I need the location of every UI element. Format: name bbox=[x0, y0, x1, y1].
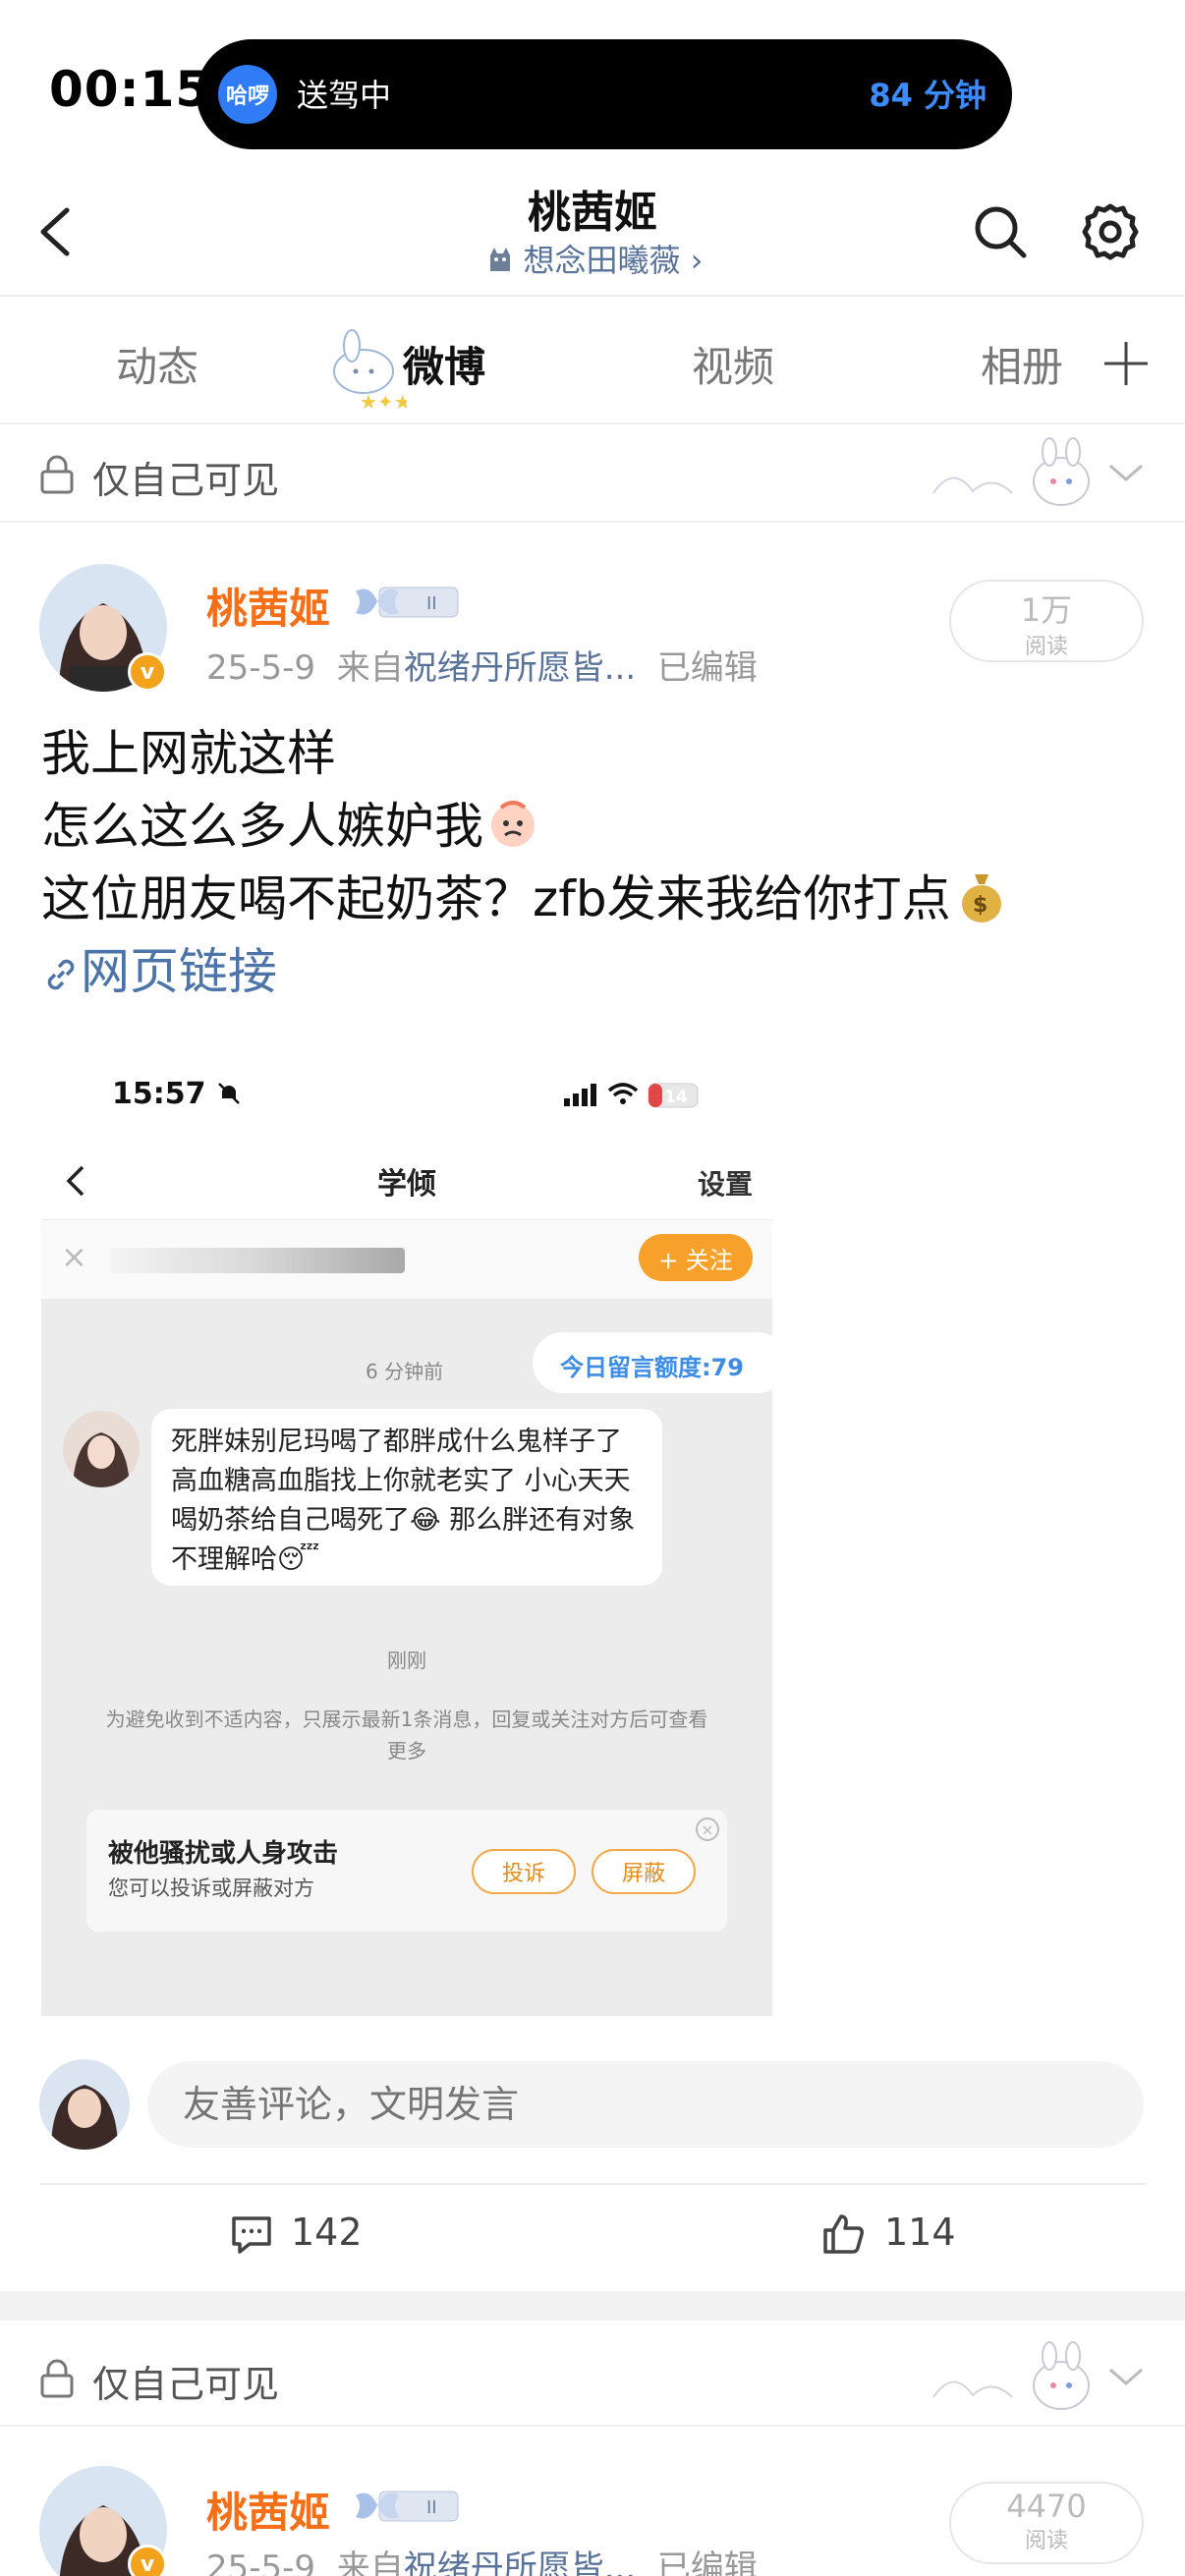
visibility-row[interactable]: 仅自己可见 bbox=[0, 2328, 1185, 2427]
image-sender-avatar bbox=[63, 1411, 140, 1487]
status-bar: 00:15 哈啰 送驾中 84 分钟 bbox=[0, 0, 1185, 167]
tab-dynamics[interactable]: 动态 bbox=[116, 334, 198, 394]
image-blurred-name bbox=[110, 1248, 405, 1273]
thumbs-up-icon bbox=[823, 2214, 864, 2254]
tab-album[interactable]: 相册 bbox=[981, 334, 1063, 394]
image-report-card: 被他骚扰或人身攻击 您可以投诉或屏蔽对方 投诉 屏蔽 × bbox=[86, 1810, 727, 1932]
image-card-title: 被他骚扰或人身攻击 bbox=[108, 1839, 339, 1869]
gear-icon[interactable] bbox=[1079, 200, 1142, 263]
edited-label: 已编辑 bbox=[656, 2548, 758, 2576]
post-meta: 25-5-9 来自祝绪丹所愿皆... 已编辑 bbox=[206, 2541, 758, 2576]
comment-input[interactable] bbox=[147, 2061, 1144, 2148]
from-prefix: 来自 bbox=[336, 2548, 404, 2576]
svg-text:$: $ bbox=[973, 893, 988, 918]
butterfly-badge-icon: II bbox=[356, 587, 459, 618]
author-name[interactable]: 桃茜姬 bbox=[206, 576, 330, 636]
post-date: 25-5-9 bbox=[206, 2548, 316, 2576]
link-text: 网页链接 bbox=[81, 943, 277, 1000]
post-separator bbox=[0, 2291, 1185, 2321]
lock-icon bbox=[40, 455, 74, 494]
image-close-icon: × bbox=[61, 1238, 87, 1275]
image-report-button: 投诉 bbox=[472, 1849, 576, 1894]
bunny-doodle-icon bbox=[932, 437, 1090, 506]
edited-label: 已编辑 bbox=[656, 648, 758, 688]
hello-app-logo: 哈啰 bbox=[218, 65, 277, 124]
image-nav-title: 学倾 bbox=[377, 1167, 436, 1202]
read-count-badge: 4470 阅读 bbox=[949, 2482, 1144, 2564]
verified-badge-icon: v bbox=[128, 2545, 167, 2576]
read-count: 1万 bbox=[1020, 591, 1073, 629]
image-nav-settings: 设置 bbox=[697, 1168, 753, 1201]
badge-text: II bbox=[426, 593, 437, 614]
divider bbox=[39, 2183, 1146, 2185]
image-message-bubble: 死胖妹别尼玛喝了都胖成什么鬼样子了高血糖高血脂找上你就老实了 小心天天喝奶茶给自… bbox=[151, 1409, 662, 1586]
clock: 00:15 bbox=[49, 61, 211, 118]
image-time-ago: 6 分钟前 bbox=[366, 1360, 444, 1383]
svg-text:★✦★: ★✦★ bbox=[360, 390, 407, 414]
image-battery-text: 14 bbox=[664, 1088, 688, 1107]
nav-header: 桃茜姬 想念田曦薇 › bbox=[0, 167, 1185, 297]
author-name[interactable]: 桃茜姬 bbox=[206, 2480, 330, 2540]
post-meta: 25-5-9 来自祝绪丹所愿皆... 已编辑 bbox=[206, 641, 758, 689]
like-count: 114 bbox=[884, 2211, 956, 2254]
post-line-3: 这位朋友喝不起奶茶？zfb发来我给你打点 bbox=[41, 870, 951, 927]
image-clock: 15:57 bbox=[112, 1077, 242, 1111]
read-count: 4470 bbox=[1006, 2488, 1087, 2525]
image-card-subtitle: 您可以投诉或屏蔽对方 bbox=[108, 1876, 314, 1900]
image-card-close-icon: × bbox=[696, 1818, 719, 1841]
post-source[interactable]: 祝绪丹所愿皆... bbox=[404, 2548, 636, 2576]
image-quota-pill: 今日留言额度:79 bbox=[533, 1332, 772, 1393]
comment-count: 142 bbox=[291, 2211, 363, 2254]
image-signal-wifi-battery-icon: 14 bbox=[564, 1083, 699, 1108]
read-label: 阅读 bbox=[1024, 635, 1068, 659]
mute-bell-icon bbox=[218, 1083, 240, 1104]
post-line-1: 我上网就这样 bbox=[41, 725, 336, 782]
profile-tabs: 动态 ★✦★ 微博 视频 相册 bbox=[0, 297, 1185, 424]
comment-button[interactable]: 142 bbox=[228, 2211, 424, 2269]
post-line-2: 怎么这么多人嫉妒我 bbox=[41, 798, 483, 855]
post-content: 我上网就这样 怎么这么多人嫉妒我 这位朋友喝不起奶茶？zfb发来我给你打点 $ 网… bbox=[41, 717, 1152, 1008]
chevron-down-icon[interactable] bbox=[1104, 2362, 1148, 2391]
subtitle-text: 想念田曦薇 › bbox=[523, 242, 704, 279]
image-just-now: 刚刚 bbox=[387, 1649, 426, 1672]
link-icon bbox=[47, 959, 75, 990]
image-follow-row: × + 关注 bbox=[41, 1220, 772, 1299]
current-user-avatar bbox=[39, 2059, 130, 2150]
chevron-down-icon[interactable] bbox=[1104, 458, 1148, 487]
from-prefix: 来自 bbox=[336, 648, 404, 688]
verified-badge-icon: v bbox=[128, 652, 167, 692]
dynamic-island[interactable]: 哈啰 送驾中 84 分钟 bbox=[197, 39, 1012, 149]
visibility-row[interactable]: 仅自己可见 bbox=[0, 424, 1185, 523]
search-icon[interactable] bbox=[971, 202, 1030, 261]
butterfly-badge-icon: II bbox=[356, 2491, 459, 2522]
image-chat-area: 6 分钟前 今日留言额度:79 死胖妹别尼玛喝了都胖成什么鬼样子了高血糖高血脂找… bbox=[41, 1299, 772, 2016]
image-follow-button: + 关注 bbox=[639, 1234, 753, 1281]
bunny-sticker-icon: ★✦★ bbox=[333, 329, 407, 414]
post-image[interactable]: 15:57 14 学倾 设置 × + 关注 6 分钟前 今日留言额度:79 死胖… bbox=[41, 1051, 772, 2016]
bunny-doodle-icon bbox=[932, 2341, 1090, 2410]
comment-icon bbox=[232, 2216, 271, 2254]
island-title: 送驾中 bbox=[297, 77, 392, 114]
read-label: 阅读 bbox=[1024, 2529, 1068, 2553]
add-tab-icon[interactable] bbox=[1099, 336, 1154, 391]
image-nav: 学倾 设置 bbox=[41, 1140, 772, 1220]
tab-weibo[interactable]: 微博 bbox=[403, 334, 485, 394]
post-source[interactable]: 祝绪丹所愿皆... bbox=[404, 648, 636, 688]
post-date: 25-5-9 bbox=[206, 648, 316, 688]
island-eta: 84 分钟 bbox=[869, 77, 987, 114]
like-button[interactable]: 114 bbox=[819, 2211, 1016, 2269]
image-block-button: 屏蔽 bbox=[592, 1849, 696, 1894]
image-status-bar: 15:57 14 bbox=[41, 1051, 772, 1140]
tab-video[interactable]: 视频 bbox=[692, 334, 774, 394]
visibility-label: 仅自己可见 bbox=[92, 2363, 280, 2406]
badge-text: II bbox=[426, 2497, 437, 2518]
visibility-label: 仅自己可见 bbox=[92, 459, 280, 502]
money-bag-emoji-icon: $ bbox=[961, 874, 1001, 923]
image-notice: 为避免收到不适内容，只展示最新1条消息，回复或关注对方后可查看更多 bbox=[105, 1708, 708, 1763]
angry-face-emoji-icon bbox=[491, 801, 535, 847]
cat-icon bbox=[489, 248, 510, 271]
lock-icon bbox=[40, 2359, 74, 2398]
read-count-badge: 1万 阅读 bbox=[949, 580, 1144, 662]
web-link[interactable]: 网页链接 bbox=[41, 935, 1152, 1008]
